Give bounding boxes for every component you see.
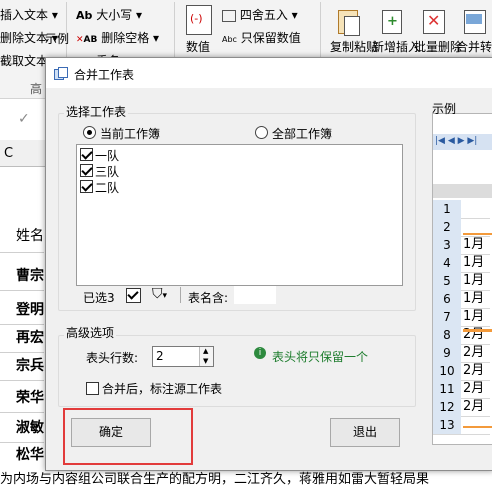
clipboard-icon	[336, 6, 362, 36]
app-icon	[54, 67, 68, 80]
header-rows-value[interactable]: 2	[156, 349, 164, 363]
copy-paste-button[interactable]: 复制粘贴	[330, 38, 378, 55]
selected-count: 已选3	[83, 291, 115, 305]
ok-button-highlight	[63, 408, 193, 465]
header-rows-stepper[interactable]: 2 ▲ ▼	[152, 346, 214, 367]
column-letter: C	[4, 146, 14, 161]
name-cell[interactable]: 登明	[0, 296, 44, 325]
preview-row-number: 9	[433, 344, 461, 362]
advanced-options-title: 高级选项	[64, 324, 117, 341]
formula-bar: ✓	[0, 99, 45, 138]
current-workbook-radio[interactable]	[83, 126, 96, 139]
preview-col-header	[433, 184, 492, 198]
check-icon: ✓	[18, 111, 30, 127]
all-workbooks-radio[interactable]	[255, 126, 268, 139]
preview-row-number: 4	[433, 254, 461, 272]
sheet-name-filter-input[interactable]	[234, 286, 276, 304]
preview-group-highlight	[463, 233, 492, 331]
sheet-list[interactable]: 一队 三队 二队	[76, 144, 403, 286]
numeric-icon: (-)	[186, 5, 212, 35]
preview-row-number: 1	[433, 200, 461, 218]
sheet-checkbox[interactable]	[80, 164, 93, 177]
annotate-source-label[interactable]: 合并后，标注源工作表	[102, 380, 222, 397]
numeric-button[interactable]: 数值	[186, 38, 210, 55]
header-hint: 表头将只保留一个	[272, 350, 369, 364]
insert-text-button[interactable]: 插入文本 ▾	[0, 6, 58, 23]
name-cell[interactable]: 曹宗	[0, 262, 44, 291]
sheet-list-item[interactable]: 二队	[95, 179, 119, 196]
sheet-name-filter-label: 表名含:	[188, 291, 229, 305]
sheet-list-item[interactable]: 三队	[95, 163, 119, 180]
name-cell[interactable]: 荣华	[0, 384, 44, 413]
preview-row-number: 10	[433, 362, 461, 380]
current-workbook-label[interactable]: 当前工作簿	[100, 125, 160, 142]
preview-row-number: 3	[433, 236, 461, 254]
filter-icon[interactable]: ⛉▾	[152, 286, 167, 302]
separator	[180, 287, 181, 303]
name-cell[interactable]: 松华	[0, 442, 44, 469]
batch-delete-button[interactable]: 批量删除	[414, 38, 462, 55]
delete-grid-icon: ✕	[420, 6, 446, 36]
name-cell[interactable]: 再宏	[0, 324, 44, 353]
spin-down-icon[interactable]: ▼	[203, 357, 208, 365]
merge-convert-button[interactable]: 合并转换	[456, 38, 492, 55]
preview-row-number: 12	[433, 398, 461, 416]
preview-row-number: 13	[433, 416, 461, 434]
annotate-source-checkbox[interactable]	[86, 382, 99, 395]
spin-up-icon[interactable]: ▲	[203, 347, 208, 355]
add-insert-button[interactable]: 新增插入	[372, 38, 420, 55]
column-header: C	[0, 140, 45, 167]
name-cell[interactable]: 宗兵	[0, 352, 44, 381]
header-rows-label: 表头行数:	[86, 351, 139, 365]
preview-sheet: |◀ ◀ ▶ ▶| 1 2 3 1月 4 1月 5 1月 6 1月 7 1月 8 2月 9 2月 10 2月 11 2…	[432, 113, 492, 445]
preview-tab-nav: |◀ ◀ ▶ ▶|	[433, 134, 492, 150]
dialog-title: 合并工作表	[74, 68, 135, 82]
insert-icon: +	[378, 6, 404, 36]
preview-row-number: 11	[433, 380, 461, 398]
case-button[interactable]: Ab 大小写 ▾	[76, 6, 142, 23]
ribbon-group-label: 高	[30, 82, 43, 96]
preview-row-number: 5	[433, 272, 461, 290]
keep-numbers-button[interactable]: Abc 只保留数值	[222, 29, 301, 46]
round-button[interactable]: 四舍五入 ▾	[222, 6, 298, 23]
preview-title-label: 示例	[432, 102, 457, 116]
preview-row: 1	[433, 200, 490, 219]
select-all-checkbox[interactable]	[126, 288, 141, 303]
preview-row-number: 2	[433, 218, 461, 236]
merge-icon	[462, 6, 488, 36]
all-workbooks-label[interactable]: 全部工作簿	[272, 125, 332, 142]
preview-group-highlight	[463, 330, 492, 428]
sheet-checkbox[interactable]	[80, 180, 93, 193]
info-icon: i	[254, 347, 266, 359]
stepper-buttons[interactable]: ▲ ▼	[199, 347, 213, 366]
preview-row-number: 6	[433, 290, 461, 308]
preview-row-number: 8	[433, 326, 461, 344]
preview-row-number: 7	[433, 308, 461, 326]
preview-title: 示例	[45, 32, 70, 46]
exit-button[interactable]: 退出	[330, 418, 400, 447]
nav-arrows-icon: |◀ ◀ ▶ ▶|	[435, 136, 478, 146]
remove-space-button[interactable]: ✕AB 删除空格 ▾	[76, 29, 159, 46]
name-cell[interactable]: 淑敏	[0, 414, 44, 443]
sheet-checkbox[interactable]	[80, 148, 93, 161]
header-cell[interactable]: 姓名	[0, 220, 44, 253]
select-sheets-group-title: 选择工作表	[64, 103, 129, 120]
sheet-list-item[interactable]: 一队	[95, 147, 119, 164]
